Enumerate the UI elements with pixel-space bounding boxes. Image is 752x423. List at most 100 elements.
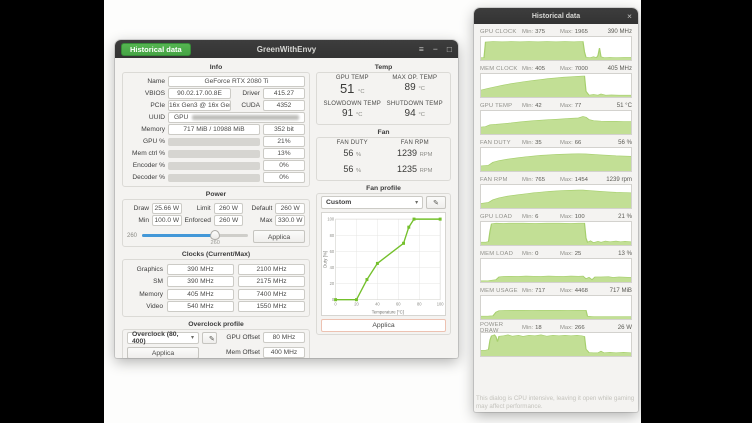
power-slider-mark: 260 <box>208 240 222 246</box>
mem-ctrl-usage-label: Mem ctrl % <box>127 150 165 157</box>
chevron-down-icon: ▾ <box>415 199 418 206</box>
gpu-offset-value[interactable]: 80 MHz <box>263 332 305 343</box>
pcie-label: PCIe <box>127 102 165 109</box>
power-enforced-value: 260 W <box>214 215 244 226</box>
gpu-name-value: GeForce RTX 2080 Ti <box>168 76 305 87</box>
max-value: 1454 <box>575 177 588 183</box>
history-graph-row: GPU LOAD Min:6 Max:100 21 % <box>480 212 632 246</box>
max-value: 7000 <box>575 66 588 72</box>
overclock-edit-button[interactable]: ✎ <box>202 332 217 344</box>
graph-title: GPU LOAD <box>480 214 522 220</box>
graph-title: MEM USAGE <box>480 288 522 294</box>
fan-section: Fan FAN DUTY FAN RPM 56 % 1239 RPM 56 % … <box>316 128 451 181</box>
clocks-section-title: Clocks (Current/Max) <box>122 250 310 259</box>
min-value: 18 <box>535 325 542 331</box>
video-clock-current: 540 MHz <box>167 301 234 312</box>
fan-profile-edit-button[interactable]: ✎ <box>426 196 446 209</box>
memory-label: Memory <box>127 126 165 133</box>
svg-text:100: 100 <box>437 301 444 306</box>
graph-title: MEM LOAD <box>480 251 522 257</box>
fan-rpm-header: FAN RPM <box>384 140 447 146</box>
power-slider-handle[interactable] <box>210 230 220 240</box>
history-graph-row: GPU CLOCK Min:375 Max:1965 390 MHz <box>480 27 632 61</box>
gpu-offset-label: GPU Offset <box>220 334 260 341</box>
history-footer-note: This dialog is CPU intensive, leaving it… <box>474 393 638 412</box>
graphics-clock-label: Graphics <box>127 266 163 273</box>
minimize-icon[interactable]: − <box>433 40 438 58</box>
gpu-usage-value: 21% <box>263 136 305 147</box>
history-graph-list: GPU CLOCK Min:375 Max:1965 390 MHz MEM C… <box>474 24 638 393</box>
fan-profile-chart: 020406080100020406080100Temperature [°C]… <box>321 212 446 316</box>
gpu-temp-value: 51 °C <box>321 81 384 100</box>
overclock-profile-combo[interactable]: Overclock (80, 400) ▾ <box>127 332 199 344</box>
mem-ctrl-usage-value: 13% <box>263 148 305 159</box>
close-icon[interactable]: × <box>627 8 632 24</box>
fan-profile-apply-button[interactable]: Applica <box>321 319 446 332</box>
min-label: Min: <box>522 251 533 257</box>
graph-current-value: 405 MHz <box>608 65 632 72</box>
graph-plot <box>480 221 632 246</box>
uuid-value: GPU <box>168 112 305 123</box>
min-label: Min: <box>522 29 533 35</box>
memory-clock-max: 7400 MHz <box>238 289 305 300</box>
max-value: 100 <box>575 214 585 220</box>
historical-data-button[interactable]: Historical data <box>121 43 191 56</box>
maximize-icon[interactable]: □ <box>447 40 452 58</box>
graph-title: FAN DUTY <box>480 140 522 146</box>
pcie-value: 16x Gen3 @ 16x Gen1 <box>168 100 231 111</box>
power-slider-fill <box>142 234 215 237</box>
svg-text:60: 60 <box>330 249 335 254</box>
fan-profile-combo[interactable]: Custom ▾ <box>321 196 423 209</box>
min-label: Min: <box>522 140 533 146</box>
decoder-usage-bar <box>168 174 260 182</box>
fan-profile-section: Fan profile Custom ▾ ✎ 02040 <box>316 184 451 335</box>
graph-current-value: 1239 rpm <box>606 176 632 183</box>
min-value: 6 <box>535 214 538 220</box>
min-value: 42 <box>535 103 542 109</box>
chevron-down-icon: ▾ <box>191 334 194 341</box>
power-max-label: Max <box>246 217 272 224</box>
max-label: Max: <box>560 214 573 220</box>
svg-text:80: 80 <box>417 301 422 306</box>
graph-current-value: 26 W <box>618 324 632 331</box>
min-value: 405 <box>535 66 545 72</box>
power-limit-label: Limit <box>185 205 211 212</box>
power-min-value: 100.0 W <box>152 215 182 226</box>
decoder-usage-label: Decoder % <box>127 174 165 181</box>
min-label: Min: <box>522 288 533 294</box>
min-label: Min: <box>522 66 533 72</box>
overclock-apply-button[interactable]: Applica <box>127 347 199 359</box>
max-label: Max: <box>560 251 573 257</box>
mem-offset-value[interactable]: 400 MHz <box>263 347 305 358</box>
svg-text:80: 80 <box>330 233 335 238</box>
graph-title: MEM CLOCK <box>480 66 522 72</box>
max-label: Max: <box>560 66 573 72</box>
min-label: Min: <box>522 103 533 109</box>
max-label: Max: <box>560 288 573 294</box>
svg-text:Duty [%]: Duty [%] <box>322 251 327 268</box>
memory-bus-value: 352 bit <box>263 124 305 135</box>
slowdown-temp-value: 91 °C <box>321 107 384 122</box>
max-value: 25 <box>575 251 582 257</box>
power-limit-slider[interactable]: 260 <box>142 229 248 243</box>
max-label: Max: <box>560 29 573 35</box>
min-value: 717 <box>535 288 545 294</box>
graph-plot <box>480 258 632 283</box>
graph-plot <box>480 295 632 320</box>
power-max-value: 330.0 W <box>275 215 305 226</box>
fan-duty-value-2: 56 % <box>321 163 384 178</box>
menu-icon[interactable]: ≡ <box>419 40 424 58</box>
history-window-title: Historical data <box>474 13 638 20</box>
max-value: 66 <box>575 140 582 146</box>
fan-duty-value-1: 56 % <box>321 147 384 162</box>
fan-section-title: Fan <box>316 128 451 137</box>
history-titlebar: Historical data × <box>474 8 638 24</box>
cuda-value: 4352 <box>263 100 305 111</box>
fan-rpm-value-1: 1239 RPM <box>384 147 447 162</box>
power-apply-button[interactable]: Applica <box>253 230 305 243</box>
svg-text:20: 20 <box>330 281 335 286</box>
history-graph-row: FAN RPM Min:765 Max:1454 1239 rpm <box>480 175 632 209</box>
graph-plot <box>480 184 632 209</box>
power-default-label: Default <box>246 205 272 212</box>
power-slider-value-label: 260 <box>127 233 137 239</box>
